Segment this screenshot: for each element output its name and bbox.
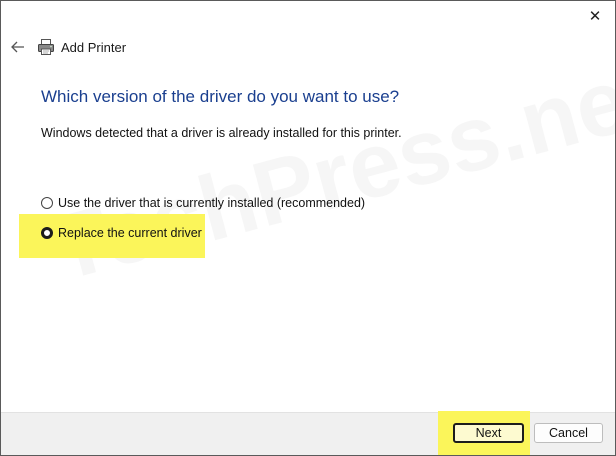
page-heading: Which version of the driver do you want … [41, 87, 400, 106]
printer-icon [37, 38, 55, 56]
window-title: Add Printer [61, 39, 127, 55]
radio-label: Use the driver that is currently install… [58, 196, 366, 210]
next-button[interactable]: Next [453, 423, 524, 443]
radio-button-selected[interactable] [41, 227, 53, 239]
close-button[interactable]: ✕ [581, 5, 609, 27]
back-arrow-icon[interactable] [9, 38, 27, 56]
close-icon: ✕ [588, 8, 602, 25]
window-header: Add Printer [9, 37, 126, 57]
radio-label: Replace the current driver [58, 226, 202, 240]
radio-button[interactable] [41, 197, 53, 209]
add-printer-window: ✕ Add Printer Which version of the drive… [0, 0, 616, 456]
radio-use-current-driver[interactable]: Use the driver that is currently install… [41, 196, 365, 210]
watermark: TechPress.net [41, 40, 615, 302]
radio-replace-driver[interactable]: Replace the current driver [41, 226, 202, 240]
page-description: Windows detected that a driver is alread… [41, 126, 402, 140]
cancel-button[interactable]: Cancel [534, 423, 603, 443]
